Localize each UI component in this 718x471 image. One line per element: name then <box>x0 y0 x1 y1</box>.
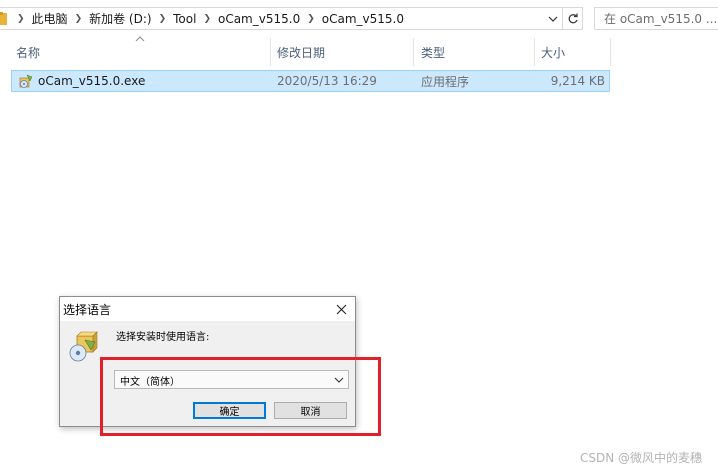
refresh-icon <box>568 13 578 23</box>
column-header-label: 大小 <box>541 45 566 60</box>
cancel-button[interactable]: 取消 <box>274 402 347 419</box>
column-divider[interactable] <box>270 38 271 66</box>
chevron-right-icon[interactable]: ❯ <box>300 14 322 24</box>
column-header-label: 类型 <box>421 45 446 60</box>
breadcrumb-item[interactable]: 此电脑 <box>32 10 68 27</box>
file-type: 应用程序 <box>421 74 470 89</box>
column-divider[interactable] <box>610 38 611 66</box>
breadcrumb-item[interactable]: oCam_v515.0 <box>322 12 404 26</box>
dialog-titlebar[interactable]: 选择语言 <box>60 297 355 321</box>
refresh-button[interactable] <box>563 7 583 30</box>
language-select-value: 中文（简体） <box>120 377 180 388</box>
file-modified: 2020/5/13 16:29 <box>277 74 377 88</box>
column-header-modified[interactable]: 修改日期 <box>277 38 413 66</box>
chevron-right-icon[interactable]: ❯ <box>68 14 90 24</box>
chevron-right-icon: ❯ <box>17 13 25 24</box>
file-size: 9,214 KB <box>550 74 605 88</box>
column-header-label: 修改日期 <box>277 45 326 60</box>
breadcrumb-item[interactable]: oCam_v515.0 <box>218 12 300 26</box>
chevron-right-icon[interactable]: ❯ <box>152 14 174 24</box>
address-history-dropdown[interactable] <box>545 9 561 28</box>
file-name: oCam_v515.0.exe <box>38 74 146 88</box>
language-dialog: 选择语言 选择安装时使用语言: 中文（简体） 确定 取消 <box>59 296 356 427</box>
column-header-type[interactable]: 类型 <box>421 38 534 66</box>
column-header-name[interactable]: 名称 <box>16 38 270 66</box>
chevron-right-icon[interactable]: ❯ <box>196 14 218 24</box>
ok-button[interactable]: 确定 <box>193 402 266 419</box>
language-select[interactable]: 中文（简体） <box>114 370 349 389</box>
column-header-label: 名称 <box>16 45 41 60</box>
address-bar[interactable]: ❯ 此电脑 ❯ 新加卷 (D:) ❯ Tool ❯ oCam_v515.0 ❯ … <box>0 7 582 30</box>
exe-setup-icon <box>19 74 33 88</box>
file-row[interactable]: oCam_v515.0.exe 2020/5/13 16:29 应用程序 9,2… <box>11 70 610 92</box>
dialog-prompt: 选择安装时使用语言: <box>116 332 210 343</box>
column-divider[interactable] <box>534 38 535 66</box>
folder-icon <box>0 12 7 25</box>
chevron-down-icon <box>548 16 558 22</box>
column-header-size[interactable]: 大小 <box>541 38 609 66</box>
search-input[interactable]: 在 oCam_v515.0 ... <box>594 7 718 30</box>
column-divider[interactable] <box>413 38 414 66</box>
close-icon <box>336 304 346 314</box>
dialog-title: 选择语言 <box>63 303 112 317</box>
chevron-down-icon <box>334 377 344 383</box>
breadcrumb-item[interactable]: 新加卷 (D:) <box>89 10 151 27</box>
setup-icon <box>69 331 98 362</box>
watermark: CSDN @微风中的麦穗 <box>580 451 703 465</box>
breadcrumb: ❯ 此电脑 ❯ 新加卷 (D:) ❯ Tool ❯ oCam_v515.0 ❯ … <box>10 10 404 27</box>
breadcrumb-item[interactable]: Tool <box>173 12 196 26</box>
close-button[interactable] <box>333 301 349 317</box>
